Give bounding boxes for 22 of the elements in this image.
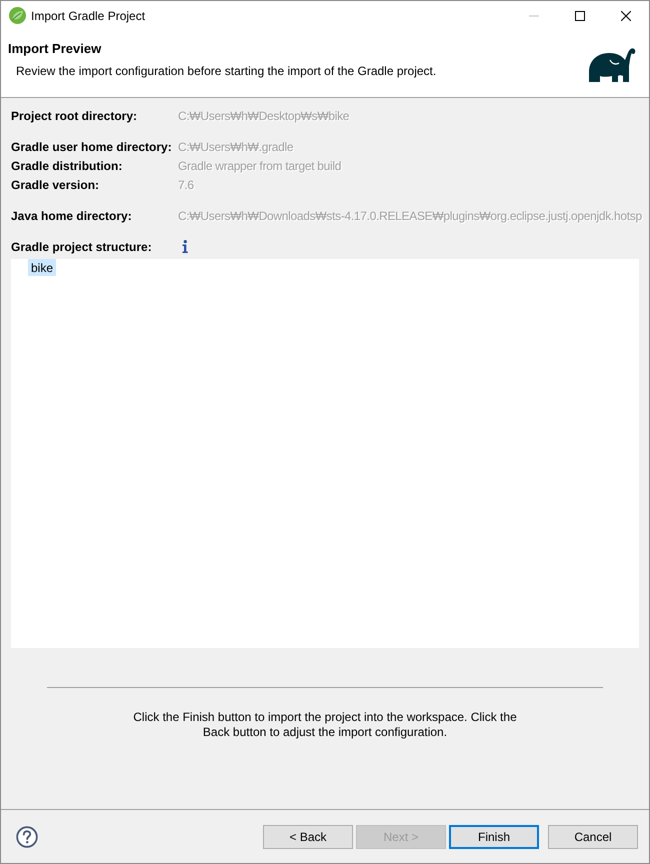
help-icon[interactable] <box>16 826 38 848</box>
field-label: Gradle user home directory: <box>11 138 173 156</box>
dialog-button[interactable]: Cancel <box>548 824 638 848</box>
field-value: Gradle wrapper from target build <box>178 158 342 174</box>
field-label: Gradle version: <box>11 176 100 194</box>
dialog-button[interactable]: Finish <box>449 824 539 848</box>
window-title: Import Gradle Project <box>31 8 146 24</box>
field-label: Gradle project structure: <box>11 238 153 256</box>
page-description: Review the import configuration before starting the import of the Gradle project. <box>16 64 436 79</box>
field-label: Java home directory: <box>11 208 133 224</box>
field-value: 7.6 <box>178 176 194 194</box>
field-label: Project root directory: <box>11 108 138 124</box>
field-value: C:₩Users₩h₩.gradle <box>178 138 294 156</box>
dialog-button[interactable]: < Back <box>263 824 353 848</box>
leaf-icon <box>9 7 26 24</box>
info-icon <box>182 240 188 253</box>
tree-item[interactable]: bike <box>28 259 56 276</box>
field-value: C:₩Users₩h₩Downloads₩sts-4.17.0.RELEASE₩plugins₩org.eclipse.justj.openjdk.hotsp <box>178 208 642 224</box>
field-value: C:₩Users₩h₩Desktop₩s₩bike <box>178 108 350 124</box>
instruction-text: Click the Finish button to import the project into the workspace. Click the Back button to adjust the import configuration. <box>132 710 518 740</box>
page-title: Import Preview <box>8 40 102 58</box>
field-label: Gradle distribution: <box>11 158 124 174</box>
